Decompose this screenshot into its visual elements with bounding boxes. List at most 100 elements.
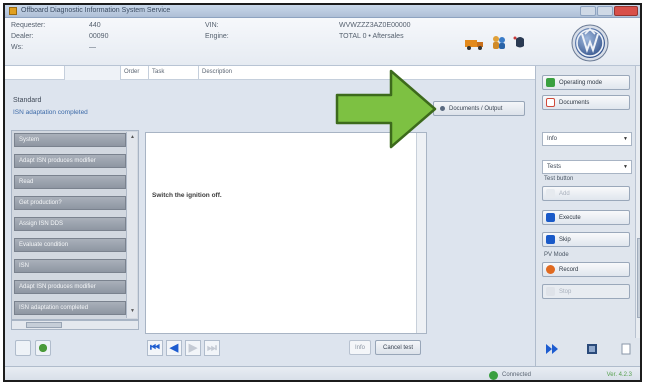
users-icon[interactable] bbox=[491, 34, 507, 50]
documents-icon bbox=[546, 98, 555, 107]
dealer-label: Dealer: bbox=[11, 33, 34, 40]
window-title: Offboard Diagnostic Information System S… bbox=[21, 7, 171, 14]
add-icon bbox=[546, 189, 555, 198]
minimize-button[interactable] bbox=[580, 6, 596, 16]
vehicle-info-bar: Requester: Dealer: Ws: 440 00090 — VIN: … bbox=[5, 18, 640, 66]
connection-status: Connected bbox=[502, 372, 532, 378]
title-bar: Offboard Diagnostic Information System S… bbox=[5, 5, 640, 18]
info-button[interactable]: Info bbox=[349, 340, 371, 355]
tool-icon[interactable] bbox=[15, 340, 31, 356]
right-panel: Operating mode Documents Info ▼ Tests ▼ … bbox=[535, 66, 640, 366]
left-bottom-tools bbox=[15, 340, 51, 356]
chevron-down-icon: ▼ bbox=[623, 164, 628, 170]
next-step-icon[interactable]: ▶ bbox=[185, 340, 201, 356]
operating-mode-icon bbox=[546, 78, 555, 87]
documents-output-button[interactable]: Documents / Output bbox=[433, 101, 525, 116]
stop-button[interactable]: Stop bbox=[542, 284, 630, 299]
tests-select-value: Tests bbox=[547, 164, 562, 170]
flash-icon[interactable] bbox=[513, 35, 527, 49]
dealer-value: 00090 bbox=[89, 33, 109, 40]
chevron-down-icon: ▼ bbox=[623, 136, 628, 142]
info-icon[interactable] bbox=[35, 340, 51, 356]
stop-label: Stop bbox=[559, 288, 572, 295]
step-list-hscrollbar[interactable] bbox=[11, 320, 139, 330]
instruction-panel: Switch the ignition off. bbox=[145, 132, 427, 334]
column-header-task[interactable]: Task bbox=[149, 66, 199, 80]
vin-value: WVWZZZ3AZ0E00000 bbox=[339, 22, 411, 29]
grid-icon[interactable] bbox=[584, 341, 600, 357]
add-button[interactable]: Add bbox=[542, 186, 630, 201]
list-item[interactable]: ISN adaptation completed bbox=[14, 301, 126, 315]
arrow-callout-icon bbox=[335, 69, 437, 149]
page-icon[interactable] bbox=[618, 341, 634, 357]
test-button-label: Test button bbox=[544, 176, 574, 182]
step-list-scrollbar[interactable]: ▲ ▼ bbox=[126, 132, 137, 318]
info-select-value: Info bbox=[547, 136, 558, 142]
info-select[interactable]: Info ▼ bbox=[542, 132, 632, 146]
requester-label: Requester: bbox=[11, 22, 46, 29]
list-item[interactable]: Adapt ISN produces modifier bbox=[14, 280, 126, 294]
ws-value: — bbox=[89, 44, 96, 51]
step-navigation: ⏮ ◀ ▶ ⏭ bbox=[147, 340, 220, 356]
column-header-blank bbox=[5, 66, 65, 80]
play-icon[interactable] bbox=[544, 341, 560, 357]
execute-icon bbox=[546, 213, 555, 222]
engine-value: TOTAL 0 • Aftersales bbox=[339, 33, 404, 40]
list-item[interactable]: ISN bbox=[14, 259, 126, 273]
column-header: Order Task Description bbox=[5, 66, 535, 80]
scroll-down-icon[interactable]: ▼ bbox=[130, 308, 135, 314]
documents-label: Documents bbox=[559, 99, 590, 106]
vw-logo-icon bbox=[571, 24, 609, 62]
instruction-scrollbar[interactable] bbox=[416, 133, 426, 333]
engine-label: Engine: bbox=[205, 33, 229, 40]
close-button[interactable] bbox=[614, 6, 638, 16]
scroll-thumb[interactable] bbox=[637, 238, 640, 318]
column-header-order[interactable]: Order bbox=[121, 66, 149, 80]
list-item[interactable]: Assign ISN DDS bbox=[14, 217, 126, 231]
connection-icon bbox=[489, 371, 498, 380]
step-list: System Adapt ISN produces modifier Read … bbox=[11, 130, 139, 320]
record-label: Record bbox=[559, 266, 579, 273]
execute-label: Execute bbox=[559, 214, 581, 221]
record-button[interactable]: Record bbox=[542, 262, 630, 277]
last-step-icon[interactable]: ⏭ bbox=[204, 340, 220, 356]
window-controls bbox=[580, 6, 638, 16]
list-item[interactable]: Adapt ISN produces modifier bbox=[14, 154, 126, 168]
vin-label: VIN: bbox=[205, 22, 219, 29]
execute-button[interactable]: Execute bbox=[542, 210, 630, 225]
scroll-up-icon[interactable]: ▲ bbox=[130, 134, 135, 140]
hscroll-thumb[interactable] bbox=[26, 322, 62, 328]
list-item[interactable]: Read bbox=[14, 175, 126, 189]
list-item[interactable]: Get production? bbox=[14, 196, 126, 210]
stop-icon bbox=[546, 287, 555, 296]
status-subtitle: ISN adaptation completed bbox=[13, 109, 88, 116]
requester-value: 440 bbox=[89, 22, 101, 29]
list-item[interactable]: System bbox=[14, 133, 126, 147]
skip-label: Skip bbox=[559, 236, 571, 243]
ws-label: Ws: bbox=[11, 44, 24, 51]
maximize-button[interactable] bbox=[597, 6, 613, 16]
first-step-icon[interactable]: ⏮ bbox=[147, 340, 163, 356]
operating-mode-button[interactable]: Operating mode bbox=[542, 75, 630, 90]
skip-button[interactable]: Skip bbox=[542, 232, 630, 247]
document-icon bbox=[440, 106, 445, 111]
version-text: Ver. 4.2.3 bbox=[606, 372, 632, 378]
documents-button[interactable]: Documents bbox=[542, 95, 630, 110]
documents-output-label: Documents / Output bbox=[449, 105, 503, 112]
list-item[interactable]: Evaluate condition bbox=[14, 238, 126, 252]
status-bar: Connected Ver. 4.2.3 bbox=[5, 366, 640, 380]
right-panel-scrollbar[interactable] bbox=[635, 66, 640, 338]
record-icon bbox=[546, 265, 555, 274]
app-icon bbox=[9, 7, 17, 15]
previous-step-icon[interactable]: ◀ bbox=[166, 340, 182, 356]
add-label: Add bbox=[559, 190, 570, 197]
app-window: Offboard Diagnostic Information System S… bbox=[3, 3, 642, 382]
status-title: Standard bbox=[13, 97, 42, 104]
skip-icon bbox=[546, 235, 555, 244]
instruction-text: Switch the ignition off. bbox=[152, 192, 222, 199]
truck-icon[interactable] bbox=[465, 38, 485, 50]
column-header-blank2 bbox=[65, 66, 121, 80]
tests-select[interactable]: Tests ▼ bbox=[542, 160, 632, 174]
pv-mode-label: PV Mode bbox=[544, 252, 569, 258]
cancel-test-button[interactable]: Cancel test bbox=[375, 340, 421, 355]
